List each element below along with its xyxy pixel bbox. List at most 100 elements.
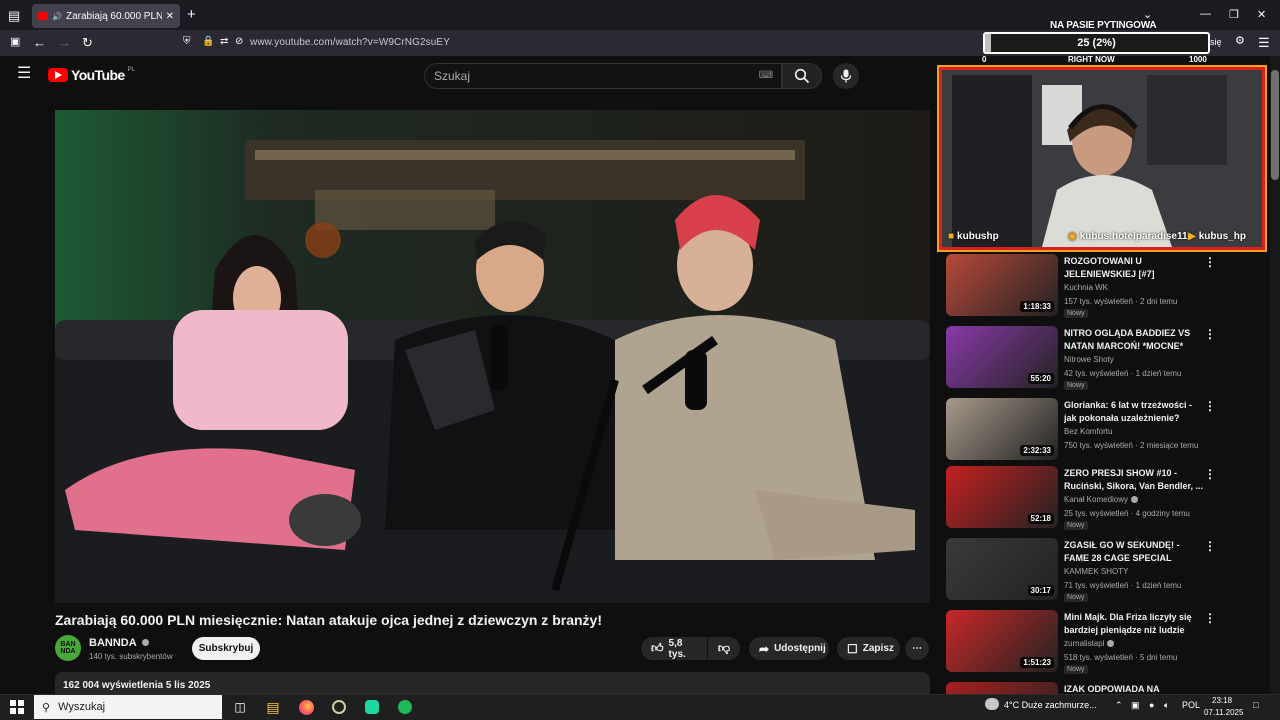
clock-time[interactable]: 23:18 (1212, 696, 1232, 705)
recommendation-item[interactable]: 1:18:33 ROZGOTOWANI U JELENIEWSKIEJ [#7] K… (946, 254, 1266, 318)
recommendation-title[interactable]: ROZGOTOWANI U JELENIEWSKIEJ [#7] (1064, 255, 1204, 281)
channel-avatar[interactable]: BAN NDA (55, 635, 81, 661)
overlay-label: RIGHT NOW (1068, 55, 1115, 64)
more-vertical-icon[interactable]: ⋮ (1204, 399, 1216, 413)
recommendation-item[interactable]: 30:17 ZGASIŁ GO W SEKUNDĘ! - FAME 28 CAGE… (946, 538, 1266, 602)
recommendation-item[interactable]: IZAK ODPOWIADA NA (946, 682, 1266, 694)
new-badge: Nowy (1064, 521, 1088, 530)
recommendation-meta: 42 tys. wyświetleń · 1 dzień temu (1064, 369, 1182, 378)
browser-tab-active[interactable]: 🔊 Zarabiają 60.000 PLN miesięcznie ✕ (32, 4, 180, 28)
url-field[interactable]: www.youtube.com/watch?v=W9CrNG2suEY (250, 37, 450, 48)
recommendation-thumbnail[interactable]: 2:32:33 (946, 398, 1058, 460)
extensions-icon[interactable]: ⚙ (1235, 36, 1245, 47)
recommendation-title[interactable]: ZERO PRESJI SHOW #10 - Ruciński, Sikora,… (1064, 467, 1204, 493)
description-box[interactable]: 162 004 wyświetlenia 5 lis 2025 (55, 672, 930, 696)
dislike-button[interactable]: 👎︎ (708, 637, 740, 660)
app-icon-circle[interactable] (329, 697, 349, 717)
recommendation-channel[interactable]: Nitrowe Shoty (1064, 355, 1114, 364)
weather-text[interactable]: 4°C Duże zachmurze... (1004, 700, 1097, 710)
recommendation-thumbnail[interactable] (946, 682, 1058, 694)
windows-start-icon[interactable] (10, 700, 24, 714)
speaker-icon[interactable]: 🔊 (52, 12, 62, 21)
hamburger-menu-icon[interactable]: ☰ (17, 66, 31, 82)
more-vertical-icon[interactable]: ⋮ (1204, 255, 1216, 269)
firefox-icon[interactable] (296, 697, 316, 717)
close-tab-icon[interactable]: ✕ (166, 11, 174, 22)
volume-icon[interactable]: 🔈︎ (1164, 700, 1169, 711)
recommendation-title[interactable]: ZGASIŁ GO W SEKUNDĘ! - FAME 28 CAGE SPEC… (1064, 539, 1204, 565)
recommendation-title[interactable]: NITRO OGLĄDA BADDIEZ VS NATAN MARCOŃ! *M… (1064, 327, 1204, 353)
recommendation-title[interactable]: Mini Majk. Dla Friza liczyły się bardzie… (1064, 611, 1204, 637)
menu-icon[interactable]: ☰ (1258, 36, 1270, 49)
recommendation-thumbnail[interactable]: 1:51:23 (946, 610, 1058, 672)
share-button[interactable]: ➦ Udostępnij (749, 637, 829, 660)
tab-list-icon[interactable]: ▤ (8, 9, 20, 22)
reload-icon[interactable]: ↻ (82, 36, 93, 49)
taskbar-search[interactable]: ⚲ Wyszukaj (34, 695, 222, 719)
voice-search-button[interactable] (833, 63, 859, 89)
more-actions-button[interactable]: ⋯ (905, 637, 929, 660)
file-explorer-icon[interactable]: ▤ (263, 697, 283, 717)
recommendation-thumbnail[interactable]: 1:18:33 (946, 254, 1058, 316)
save-button[interactable]: ☐ Zapisz (837, 637, 900, 660)
video-duration: 52:18 (1027, 513, 1054, 524)
recommendation-thumbnail[interactable]: 55:20 (946, 326, 1058, 388)
autoplay-blocked-icon[interactable]: ⊘ (235, 37, 243, 47)
like-button[interactable]: 👍︎ 5,8 tys. (641, 637, 707, 660)
search-icon (794, 68, 810, 84)
recommendation-title[interactable]: Glorianka: 6 lat w trzeźwości - jak poko… (1064, 399, 1204, 425)
back-arrow-icon[interactable]: ← (33, 36, 46, 49)
spotify-icon[interactable] (395, 697, 415, 717)
forward-arrow-icon[interactable]: → (58, 36, 71, 49)
region-code: PL (127, 67, 135, 73)
view-count-date: 162 004 wyświetlenia 5 lis 2025 (63, 680, 211, 691)
recommendation-item[interactable]: 52:18 ZERO PRESJI SHOW #10 - Ruciński, Si… (946, 466, 1266, 530)
close-window-button[interactable]: ✕ (1257, 8, 1266, 21)
search-button[interactable] (782, 63, 822, 89)
tray-overflow-icon[interactable]: ⌃ (1115, 700, 1123, 711)
maximize-button[interactable]: ❐ (1229, 8, 1239, 21)
verified-badge-icon (142, 639, 150, 646)
more-vertical-icon[interactable]: ⋮ (1204, 467, 1216, 481)
recommendation-thumbnail[interactable]: 30:17 (946, 538, 1058, 600)
tab-title: Zarabiają 60.000 PLN miesięcznie (65, 10, 162, 22)
discord-like-icon[interactable] (362, 697, 382, 717)
recommendation-meta: 25 tys. wyświetleń · 4 godziny temu (1064, 509, 1190, 518)
recommendation-item[interactable]: 55:20 NITRO OGLĄDA BADDIEZ VS NATAN MARCO… (946, 326, 1266, 390)
youtube-logo[interactable]: YouTube PL (48, 67, 135, 83)
network-icon[interactable]: ▣ (1131, 700, 1140, 711)
sidebar-icon[interactable]: ▣ (10, 37, 20, 48)
lock-icon[interactable]: 🔒 (202, 37, 214, 47)
channel-name[interactable]: BANNDA (89, 637, 150, 649)
recommendation-channel[interactable]: Kuchnia WK (1064, 283, 1108, 292)
notifications-icon[interactable]: □ (1253, 700, 1258, 710)
keyboard-icon[interactable]: ⌨ (759, 70, 773, 81)
recommendation-thumbnail[interactable]: 52:18 (946, 466, 1058, 528)
video-player[interactable] (55, 110, 930, 603)
recommendation-item[interactable]: 1:51:23 Mini Majk. Dla Friza liczyły się … (946, 610, 1266, 674)
clock-date[interactable]: 07.11.2025 (1204, 708, 1243, 717)
recommendation-channel[interactable]: Bez Komfortu (1064, 427, 1112, 436)
more-vertical-icon[interactable]: ⋮ (1204, 611, 1216, 625)
task-view-icon[interactable]: ◫ (230, 697, 250, 717)
youtube-logo-text: YouTube (71, 67, 125, 83)
thumbs-down-icon: 👎︎ (717, 641, 731, 655)
more-vertical-icon[interactable]: ⋮ (1204, 539, 1216, 553)
minimize-button[interactable]: — (1200, 8, 1211, 20)
permissions-icon[interactable]: ⇄ (220, 37, 228, 47)
scrollbar-thumb[interactable] (1271, 70, 1279, 180)
search-input[interactable]: Szukaj ⌨ (424, 63, 782, 89)
instagram-handle: ◉ kubus.hotelparadise11 (1068, 231, 1188, 242)
recommendation-channel[interactable]: zurnalistapl (1064, 639, 1115, 648)
new-tab-button[interactable]: + (187, 7, 196, 22)
recommendation-channel[interactable]: KAMMEK SHOTY (1064, 567, 1128, 576)
weather-icon[interactable] (985, 698, 999, 712)
recommendation-title[interactable]: IZAK ODPOWIADA NA (1064, 683, 1204, 694)
shield-icon[interactable]: ⛨ (183, 37, 191, 47)
recommendation-item[interactable]: 2:32:33 Glorianka: 6 lat w trzeźwości - j… (946, 398, 1266, 462)
language-indicator[interactable]: POL (1182, 700, 1200, 710)
subscribe-button[interactable]: Subskrybuj (192, 637, 260, 660)
more-vertical-icon[interactable]: ⋮ (1204, 327, 1216, 341)
microphone-tray-icon[interactable]: ● (1149, 700, 1154, 710)
recommendation-channel[interactable]: Kanał Komediowy (1064, 495, 1139, 504)
